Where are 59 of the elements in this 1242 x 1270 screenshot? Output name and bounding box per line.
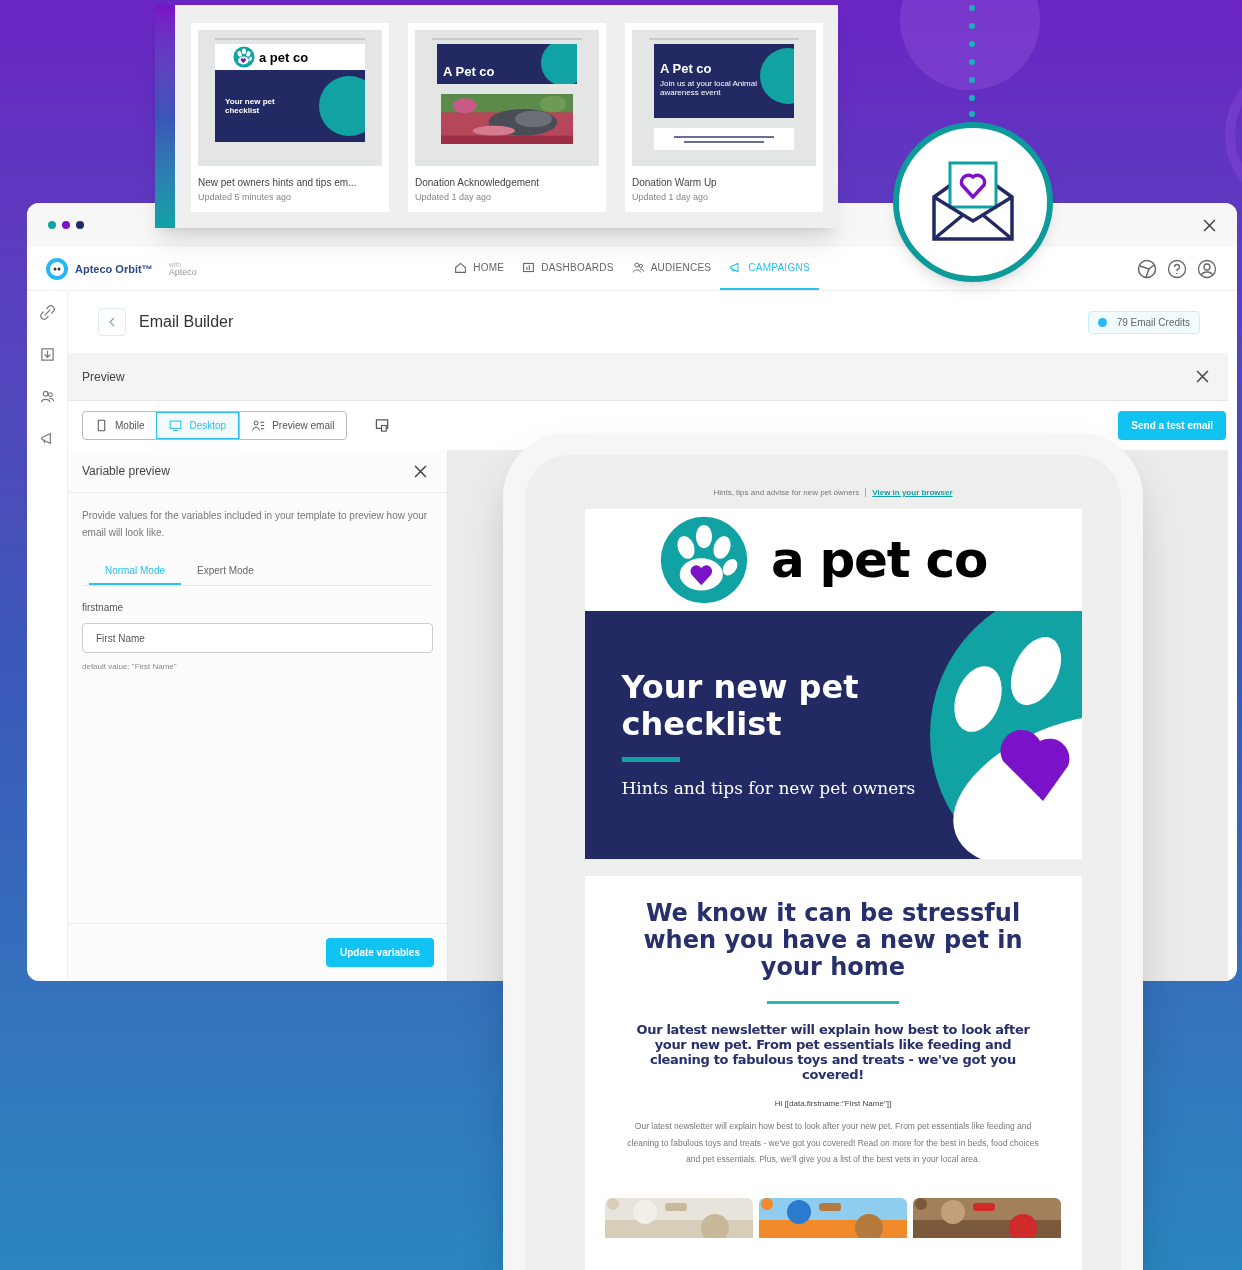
paw-logo-icon <box>233 46 255 68</box>
template-title: New pet owners hints and tips em... <box>198 178 358 188</box>
close-icon[interactable] <box>414 464 427 478</box>
download-icon[interactable] <box>39 347 55 362</box>
screens-icon[interactable] <box>375 418 391 433</box>
template-card[interactable]: A Pet co Join us at your local Animal awareness event Donation Warm Up Updated 1 day ago <box>625 23 823 212</box>
brand-name: A Pet co <box>660 62 713 75</box>
phone-icon <box>95 419 108 432</box>
people-icon <box>631 261 645 274</box>
brand-name: A Pet co <box>443 64 495 78</box>
person-list-icon <box>252 419 266 432</box>
email-intro: Our latest newsletter will explain how best to look after your new pet. From pet essentials like feeding and cleaning to fabulous toys and treats - we've got you covered! <box>635 1022 1031 1082</box>
brand-name: a pet co <box>259 50 309 64</box>
template-card[interactable]: A Pet co Donation Acknowledgement Updated 1 day ago <box>408 23 606 212</box>
close-icon[interactable] <box>1203 218 1216 232</box>
user-icon[interactable] <box>1197 259 1217 279</box>
email-body-text: Our latest newsletter will explain how best to look after your new pet. From pet essentials like feeding and cleaning to fabulous toys and treats - we've got you covered! Read on more for the best in beds, food choices and pet essentials. Plus, we'll give you a list of the best vets in your local area. <box>626 1120 1040 1166</box>
preheader-text: Hints, tips and advise for new pet owners <box>713 488 860 497</box>
hero-title: Your new pet checklist <box>621 668 860 743</box>
nav-tab[interactable]: DASHBOARDS <box>513 247 623 290</box>
credits-badge: 79 Email Credits <box>1087 310 1200 334</box>
view-toggle[interactable]: Mobile <box>83 412 157 439</box>
brand-name: Apteco Orbit™ <box>75 261 153 277</box>
logo-icon <box>45 257 69 281</box>
mode-tab[interactable]: Expert Mode <box>181 557 270 585</box>
template-updated: Updated 5 minutes ago <box>198 193 293 202</box>
chevron-left-icon <box>108 317 116 327</box>
email-heading: We know it can be stressful when you have a new pet in your home <box>642 900 1024 981</box>
chart-icon <box>522 261 536 274</box>
brand-name: a pet co <box>770 535 988 585</box>
section-title: Preview <box>82 368 125 386</box>
hero-subtitle: Hints and tips for new pet owners <box>621 776 917 800</box>
nav-tab[interactable]: HOME <box>445 247 514 290</box>
page-title: Email Builder <box>139 312 234 332</box>
brand-company: Apteco <box>168 268 197 277</box>
info-icon <box>1097 317 1107 327</box>
close-icon[interactable] <box>1196 370 1209 383</box>
globe-icon[interactable] <box>1137 259 1157 279</box>
link-icon[interactable] <box>39 305 55 320</box>
field-label: firstname <box>82 601 125 615</box>
field-hint: default value: "First Name" <box>82 661 178 673</box>
hero-title: Your new pet checklist <box>225 97 276 115</box>
template-card[interactable]: a pet co Your new pet checklist New pet owners hints and tips em... Updated 5 minutes ago <box>191 23 389 212</box>
template-title: Donation Warm Up <box>632 178 718 188</box>
panel-title: Variable preview <box>82 463 170 480</box>
template-updated: Updated 1 day ago <box>632 193 710 202</box>
firstname-field[interactable]: First Name <box>82 623 433 653</box>
template-updated: Updated 1 day ago <box>415 193 493 202</box>
template-title: Donation Acknowledgement <box>415 178 540 188</box>
help-icon[interactable] <box>1167 259 1187 279</box>
nav-tab[interactable]: AUDIENCES <box>622 247 721 290</box>
people-icon[interactable] <box>39 389 55 404</box>
home-icon <box>454 261 468 274</box>
hero-subtitle: Join us at your local Animal awareness event <box>660 79 758 97</box>
panel-description: Provide values for the variables included in your template to preview how your email will look like. <box>82 509 429 540</box>
view-toggle[interactable]: Preview email <box>239 412 347 439</box>
monitor-icon <box>169 419 183 432</box>
email-greeting: Hi [[data.firstname:"First Name"]] <box>774 1098 892 1110</box>
paw-logo-icon <box>658 515 749 605</box>
